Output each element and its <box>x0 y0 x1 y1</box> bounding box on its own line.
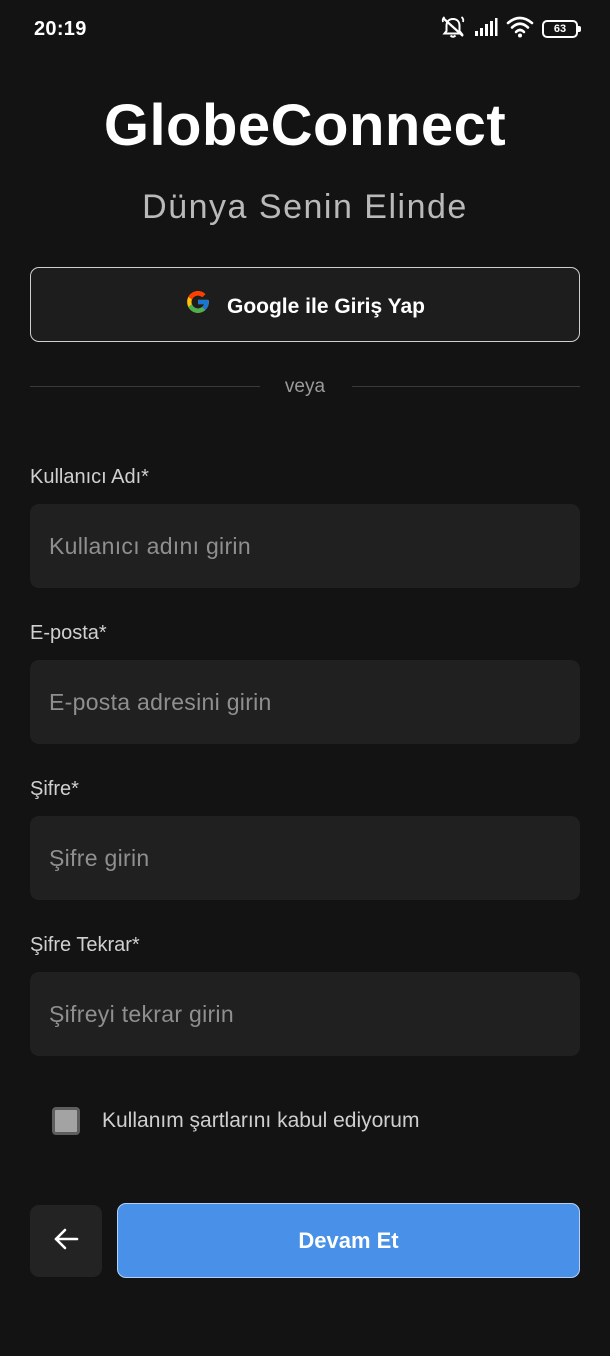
silent-alarm-icon <box>440 15 466 44</box>
terms-row[interactable]: Kullanım şartlarını kabul ediyorum <box>52 1104 419 1138</box>
continue-button[interactable]: Devam Et <box>117 1203 580 1278</box>
battery-icon: 63 <box>542 20 581 38</box>
divider-text: veya <box>284 376 326 397</box>
status-bar: 20:19 63 <box>0 0 610 60</box>
username-input[interactable] <box>30 504 580 588</box>
or-divider: veya <box>30 372 580 402</box>
email-label: E-posta* <box>30 622 107 644</box>
back-button[interactable] <box>30 1205 102 1277</box>
google-logo-icon <box>185 289 211 320</box>
terms-label[interactable]: Kullanım şartlarını kabul ediyorum <box>102 1109 419 1133</box>
password-repeat-label: Şifre Tekrar* <box>30 934 140 956</box>
signal-icon <box>474 17 498 42</box>
password-repeat-input[interactable] <box>30 972 580 1056</box>
app-title: GlobeConnect <box>103 93 507 158</box>
arrow-left-icon <box>52 1225 80 1258</box>
status-time: 20:19 <box>34 18 87 40</box>
username-label: Kullanıcı Adı* <box>30 466 149 488</box>
divider-line-right <box>352 386 580 387</box>
google-signin-button[interactable]: Google ile Giriş Yap <box>30 267 580 342</box>
status-icons: 63 <box>440 15 581 44</box>
email-input[interactable] <box>30 660 580 744</box>
password-input[interactable] <box>30 816 580 900</box>
password-label: Şifre* <box>30 778 79 800</box>
app-subtitle: Dünya Senin Elinde <box>142 188 468 226</box>
google-signin-label: Google ile Giriş Yap <box>226 294 425 318</box>
terms-checkbox[interactable] <box>52 1107 80 1135</box>
wifi-icon <box>506 16 534 43</box>
battery-level: 63 <box>553 23 567 35</box>
